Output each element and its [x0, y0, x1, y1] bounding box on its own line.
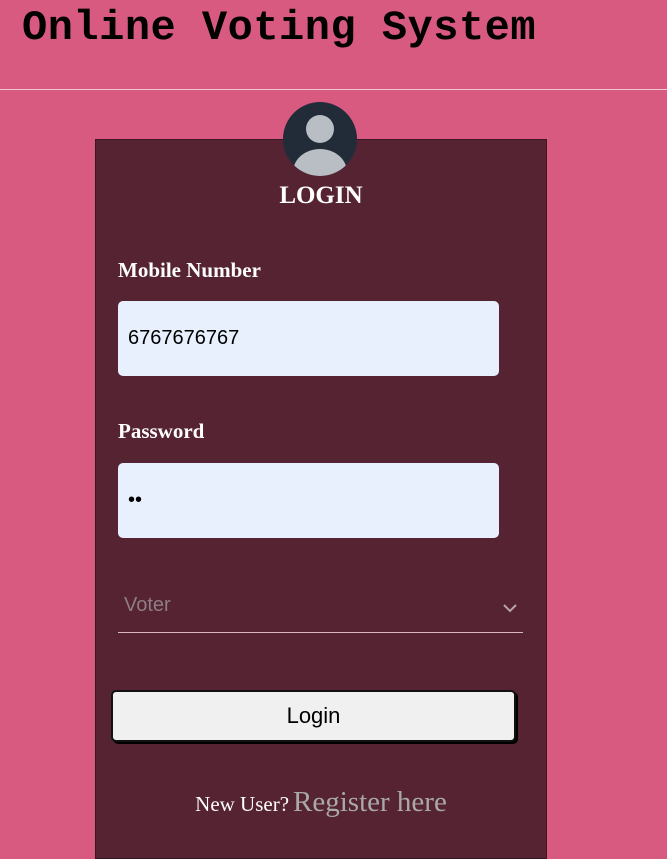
register-link[interactable]: Register here: [293, 786, 447, 818]
register-line: New User? Register here: [95, 786, 547, 819]
password-input[interactable]: [118, 463, 499, 538]
role-select-value: Voter: [124, 594, 171, 616]
chevron-down-icon: [503, 600, 517, 618]
role-select[interactable]: Voter: [118, 585, 523, 633]
login-button[interactable]: Login: [111, 690, 516, 742]
password-label: Password: [118, 419, 205, 443]
page-title: Online Voting System: [22, 4, 537, 52]
header: Online Voting System: [0, 0, 667, 90]
new-user-prompt: New User?: [195, 792, 290, 816]
login-heading: LOGIN: [279, 182, 363, 209]
mobile-number-input[interactable]: [118, 301, 499, 376]
user-avatar-icon: [283, 102, 357, 176]
mobile-number-label: Mobile Number: [118, 258, 261, 282]
